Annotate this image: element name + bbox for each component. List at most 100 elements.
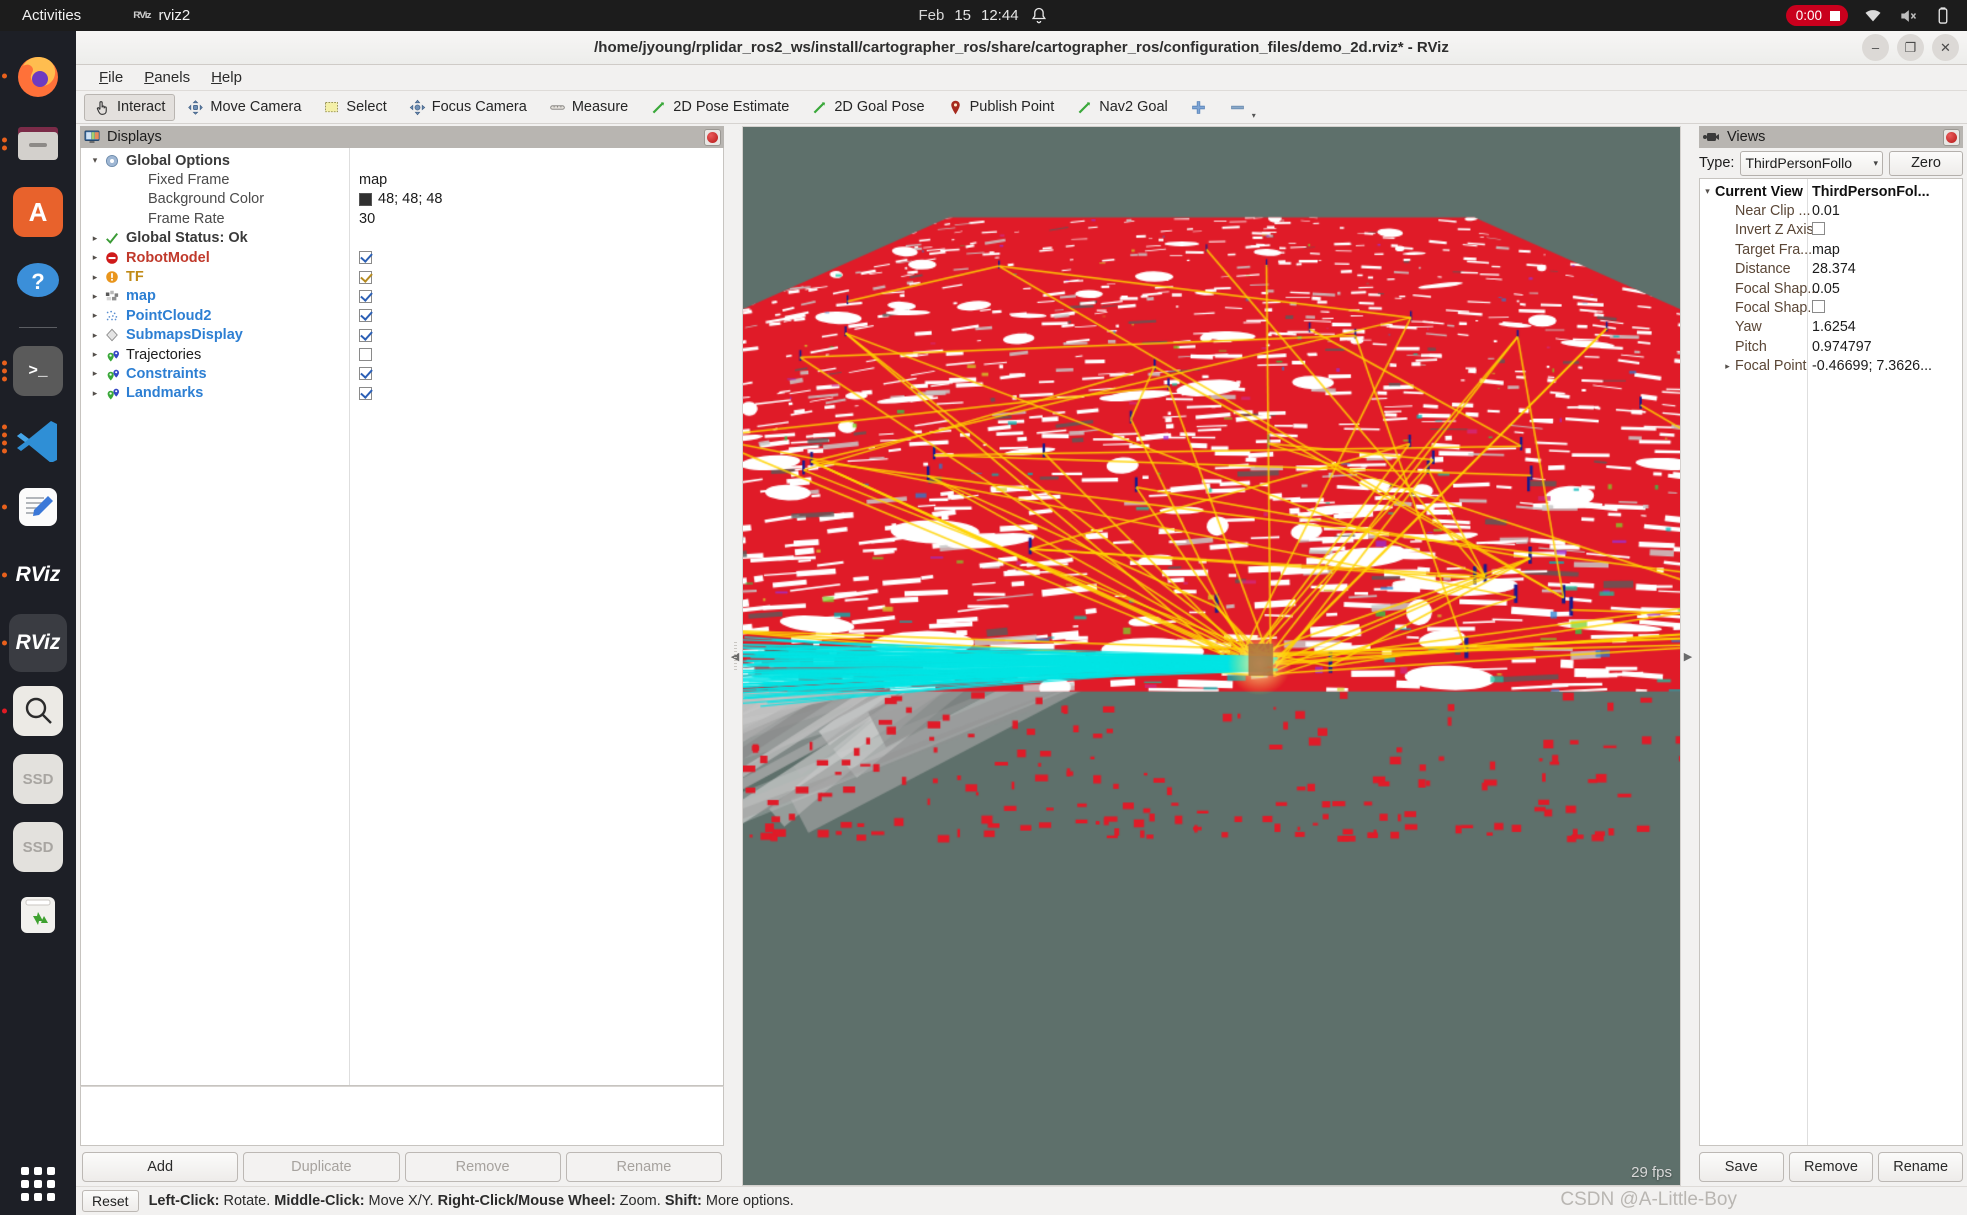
expand-arrow-icon[interactable]: ▸	[87, 349, 103, 360]
tool-measure[interactable]: Measure	[539, 94, 638, 121]
expand-arrow-icon[interactable]: ▸	[87, 272, 103, 283]
active-app-indicator[interactable]: RViz rviz2	[133, 7, 190, 24]
tool-2d-goal-pose[interactable]: 2D Goal Pose	[801, 94, 934, 121]
tool-add[interactable]	[1180, 94, 1217, 121]
show-applications-button[interactable]	[21, 1167, 55, 1201]
duplicate-display-button[interactable]: Duplicate	[243, 1152, 400, 1182]
tool-remove[interactable]: ▾	[1219, 94, 1266, 121]
splitter-grip[interactable]	[733, 642, 737, 670]
display-row-constraints[interactable]: ▸ Constraints	[81, 364, 723, 383]
close-panel-icon[interactable]	[1943, 128, 1960, 146]
zero-button[interactable]: Zero	[1889, 150, 1963, 176]
minimize-button[interactable]: –	[1862, 34, 1889, 61]
view-row-pitch[interactable]: Pitch 0.974797	[1700, 337, 1962, 356]
screen-recording-indicator[interactable]: 0:00	[1785, 5, 1848, 26]
display-enabled-checkbox[interactable]	[359, 367, 372, 381]
views-tree[interactable]: ▾ Current View ThirdPersonFol... Near Clip …	[1699, 178, 1963, 1146]
tool-focus-camera[interactable]: Focus Camera	[399, 94, 537, 121]
display-row-landmarks[interactable]: ▸ Landmarks	[81, 384, 723, 403]
tool-nav2-goal[interactable]: Nav2 Goal	[1066, 94, 1178, 121]
tool-move-camera[interactable]: Move Camera	[177, 94, 311, 121]
display-row-global-status-ok[interactable]: ▸ Global Status: Ok	[81, 229, 723, 248]
dock-item-search[interactable]	[2, 682, 67, 740]
display-row-fixed-frame[interactable]: Fixed Frame map	[81, 170, 723, 189]
display-row-tf[interactable]: ▸ TF	[81, 267, 723, 286]
collapse-right-arrow[interactable]: ▶	[1684, 650, 1692, 663]
view-row-current-view[interactable]: ▾ Current View ThirdPersonFol...	[1700, 182, 1962, 201]
expand-arrow-icon[interactable]: ▸	[1720, 361, 1735, 372]
display-row-global-options[interactable]: ▾ Global Options	[81, 151, 723, 170]
expand-arrow-icon[interactable]: ▸	[87, 310, 103, 321]
remove-view-button[interactable]: Remove	[1788, 1152, 1874, 1182]
expand-arrow-open-icon[interactable]: ▾	[87, 155, 103, 166]
view-row-focal-shap[interactable]: Focal Shap... 0.05	[1700, 279, 1962, 298]
dock-item-help[interactable]: ?	[9, 251, 67, 309]
save-view-button[interactable]: Save	[1699, 1152, 1784, 1182]
display-enabled-checkbox[interactable]	[359, 270, 372, 284]
view-type-combobox[interactable]: ThirdPersonFollo ▾	[1740, 150, 1883, 176]
display-row-background-color[interactable]: Background Color 48; 48; 48	[81, 190, 723, 209]
menu-file[interactable]: File	[90, 67, 132, 88]
display-enabled-checkbox[interactable]	[359, 251, 372, 265]
rename-view-button[interactable]: Rename	[1878, 1152, 1964, 1182]
system-status-area[interactable]: 0:00	[1785, 5, 1953, 26]
view-row-checkbox[interactable]	[1812, 221, 1825, 239]
tool-interact[interactable]: Interact	[84, 93, 176, 121]
dock-item-terminal[interactable]: >_	[2, 342, 67, 400]
display-row-robotmodel[interactable]: ▸ RobotModel	[81, 248, 723, 267]
tool-select[interactable]: Select	[313, 94, 396, 121]
display-enabled-checkbox[interactable]	[359, 348, 372, 362]
stop-recording-icon[interactable]	[1830, 10, 1840, 21]
display-row-frame-rate[interactable]: Frame Rate 30	[81, 209, 723, 228]
display-enabled-checkbox[interactable]	[359, 289, 372, 303]
display-row-map[interactable]: ▸ map	[81, 287, 723, 306]
dock-item-files[interactable]	[2, 115, 67, 173]
left-splitter[interactable]: ◀	[728, 126, 742, 1186]
remove-display-button[interactable]: Remove	[404, 1152, 561, 1182]
expand-arrow-icon[interactable]: ▸	[87, 252, 103, 263]
dock-item-ubuntu-software[interactable]: A	[9, 183, 67, 241]
display-row-submapsdisplay[interactable]: ▸ SubmapsDisplay	[81, 326, 723, 345]
display-enabled-checkbox[interactable]	[359, 386, 372, 400]
expand-arrow-icon[interactable]: ▸	[87, 330, 103, 341]
dock-item-firefox[interactable]	[2, 47, 67, 105]
activities-button[interactable]: Activities	[22, 7, 81, 24]
expand-arrow-open-icon[interactable]: ▾	[1700, 186, 1715, 197]
close-panel-icon[interactable]	[704, 128, 721, 146]
reset-button[interactable]: Reset	[82, 1190, 139, 1212]
view-row-focal-point[interactable]: ▸ Focal Point -0.46699; 7.3626...	[1700, 357, 1962, 376]
dock-item-rviz-1[interactable]: RViz	[2, 546, 67, 604]
view-row-target-fra[interactable]: Target Fra... map	[1700, 240, 1962, 259]
expand-arrow-icon[interactable]: ▸	[87, 233, 103, 244]
menu-help[interactable]: Help	[202, 67, 251, 88]
dock-item-ssd-2[interactable]: SSD	[9, 818, 67, 876]
display-enabled-checkbox[interactable]	[359, 328, 372, 342]
dock-item-text-editor[interactable]	[2, 478, 67, 536]
expand-arrow-icon[interactable]: ▸	[87, 291, 103, 302]
tool-overflow-arrow[interactable]: ▾	[1252, 111, 1256, 120]
close-button[interactable]: ✕	[1932, 34, 1959, 61]
maximize-button[interactable]: ❐	[1897, 34, 1924, 61]
displays-tree[interactable]: ▾ Global Options Fixed Frame map Background …	[80, 148, 724, 1086]
view-row-invert-z-axis[interactable]: Invert Z Axis	[1700, 221, 1962, 240]
display-enabled-checkbox[interactable]	[359, 309, 372, 323]
view-row-near-clip[interactable]: Near Clip ... 0.01	[1700, 201, 1962, 220]
expand-arrow-icon[interactable]: ▸	[87, 368, 103, 379]
add-display-button[interactable]: Add	[82, 1152, 239, 1182]
expand-arrow-icon[interactable]: ▸	[87, 388, 103, 399]
3d-viewport[interactable]: 29 fps	[742, 126, 1681, 1186]
display-row-trajectories[interactable]: ▸ Trajectories	[81, 345, 723, 364]
rename-display-button[interactable]: Rename	[565, 1152, 722, 1182]
display-row-pointcloud2[interactable]: ▸ PointCloud2	[81, 306, 723, 325]
dock-item-trash[interactable]	[9, 886, 67, 944]
dock-item-vscode[interactable]	[2, 410, 67, 468]
clock[interactable]: Feb 15 12:44	[918, 6, 1048, 26]
tool-2d-pose-estimate[interactable]: 2D Pose Estimate	[640, 94, 799, 121]
view-row-focal-shap[interactable]: Focal Shap...	[1700, 298, 1962, 317]
dock-item-rviz-2[interactable]: RViz	[2, 614, 67, 672]
view-row-yaw[interactable]: Yaw 1.6254	[1700, 318, 1962, 337]
view-row-distance[interactable]: Distance 28.374	[1700, 260, 1962, 279]
view-row-checkbox[interactable]	[1812, 299, 1825, 317]
3d-scene-canvas[interactable]	[743, 127, 1680, 1185]
dock-item-ssd-1[interactable]: SSD	[9, 750, 67, 808]
